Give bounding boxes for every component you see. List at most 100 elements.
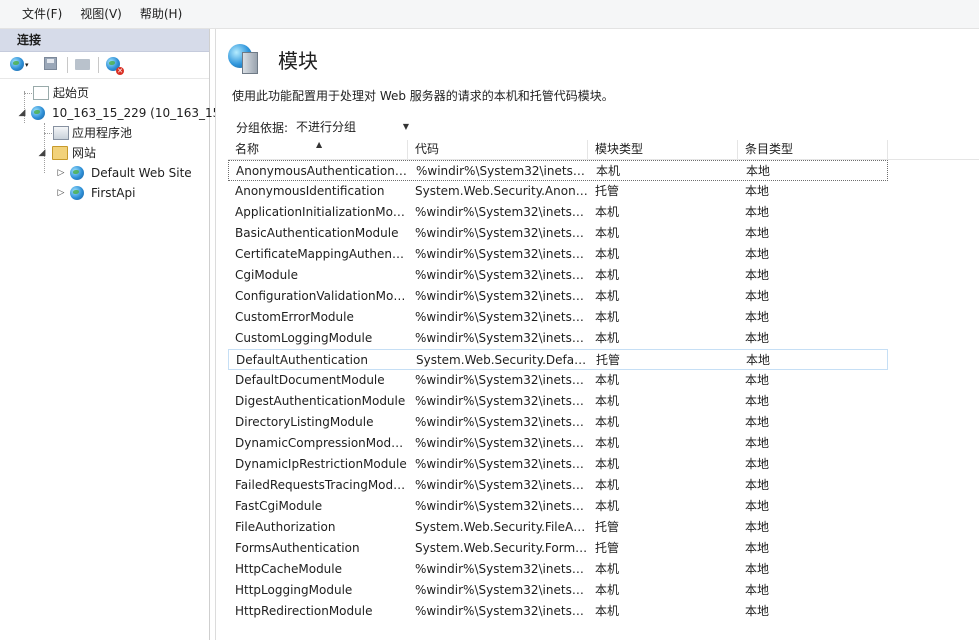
page-header: 模块 <box>228 39 318 79</box>
cell-code: %windir%\System32\inetsrv\authanon.dll <box>416 164 589 178</box>
menu-bar: 文件(F) 视图(V) 帮助(H) <box>0 0 979 29</box>
table-row[interactable]: DefaultDocumentModule %windir%\System32\i… <box>228 370 979 391</box>
grid-header: 名称 ▲ 代码 模块类型 条目类型 <box>228 140 979 160</box>
cell-code: %windir%\System32\inetsrv\warmup.dll <box>415 205 588 219</box>
cell-code: %windir%\System32\inetsrv\redirect.dll <box>415 604 588 618</box>
table-row[interactable]: DirectoryListingModule %windir%\System32\… <box>228 412 979 433</box>
group-by-label: 分组依据: <box>236 120 289 135</box>
table-row[interactable]: FastCgiModule %windir%\System32\inetsrv\i… <box>228 496 979 517</box>
cell-name: CertificateMappingAuthenticationModule <box>235 247 408 261</box>
cell-code: %windir%\System32\inetsrv\validcfg.dll <box>415 289 588 303</box>
cell-name: DefaultAuthentication <box>236 353 368 367</box>
tree-item-app-pools[interactable]: 应用程序池 <box>0 123 209 143</box>
expand-arrow-icon[interactable]: ▷ <box>56 183 66 203</box>
collapse-arrow-icon[interactable]: ◢ <box>37 143 47 163</box>
cell-code: %windir%\System32\inetsrv\cgi.dll <box>415 268 588 282</box>
connect-globe-icon[interactable]: ▾ <box>10 57 29 73</box>
disconnect-icon[interactable]: ✕ <box>106 57 124 75</box>
table-row[interactable]: AnonymousIdentification System.Web.Securi… <box>228 181 979 202</box>
cell-module-type: 本机 <box>595 289 620 303</box>
cell-entry-type: 本地 <box>745 436 770 450</box>
cell-name: DynamicCompressionModule <box>235 436 408 450</box>
table-row[interactable]: HttpLoggingModule %windir%\System32\inets… <box>228 580 979 601</box>
cell-code: %windir%\System32\inetsrv\authbas.dll <box>415 226 588 240</box>
table-row[interactable]: BasicAuthenticationModule %windir%\System… <box>228 223 979 244</box>
cell-code: %windir%\System32\inetsrv\diprestr.dll <box>415 457 588 471</box>
sort-ascending-icon: ▲ <box>316 140 323 149</box>
column-header-module-type[interactable]: 模块类型 <box>588 140 738 159</box>
page-description: 使用此功能配置用于处理对 Web 服务器的请求的本机和托管代码模块。 <box>232 89 614 103</box>
column-header-code[interactable]: 代码 <box>408 140 588 159</box>
tree-item-firstapi[interactable]: ▷ FirstApi <box>0 183 209 203</box>
cell-module-type: 本机 <box>595 331 620 345</box>
website-globe-icon <box>70 166 86 180</box>
cell-entry-type: 本地 <box>745 310 770 324</box>
tree-item-label: FirstApi <box>91 186 136 200</box>
cell-code: System.Web.Security.DefaultAuthenticatio… <box>416 353 589 367</box>
table-row[interactable]: DynamicIpRestrictionModule %windir%\Syste… <box>228 454 979 475</box>
cell-entry-type: 本地 <box>745 457 770 471</box>
up-folder-icon[interactable] <box>75 57 91 73</box>
tree-item-start-page[interactable]: 起始页 <box>0 83 209 103</box>
cell-module-type: 本机 <box>595 499 620 513</box>
table-row[interactable]: CertificateMappingAuthenticationModule %w… <box>228 244 979 265</box>
cell-module-type: 本机 <box>595 226 620 240</box>
table-row[interactable]: CgiModule %windir%\System32\inetsrv\cgi.d… <box>228 265 979 286</box>
sites-folder-icon <box>52 146 68 160</box>
tree-item-server[interactable]: ◢ 10_163_15_229 (10_163_15_ <box>0 103 226 123</box>
tree-item-default-web-site[interactable]: ▷ Default Web Site <box>0 163 209 183</box>
cell-module-type: 本机 <box>595 247 620 261</box>
table-row[interactable]: FileAuthorization System.Web.Security.Fil… <box>228 517 979 538</box>
cell-entry-type: 本地 <box>745 289 770 303</box>
cell-module-type: 本机 <box>595 604 620 618</box>
grid-body: AnonymousAuthenticationModule %windir%\Sy… <box>228 160 979 622</box>
collapse-arrow-icon[interactable]: ◢ <box>17 103 27 123</box>
table-row[interactable]: ConfigurationValidationModule %windir%\Sy… <box>228 286 979 307</box>
cell-name: CustomErrorModule <box>235 310 354 324</box>
dropdown-caret-icon: ▼ <box>402 122 410 131</box>
column-header-name[interactable]: 名称 ▲ <box>228 140 408 159</box>
modules-icon <box>228 42 262 76</box>
table-row[interactable]: FormsAuthentication System.Web.Security.F… <box>228 538 979 559</box>
cell-name: HttpCacheModule <box>235 562 343 576</box>
menu-help[interactable]: 帮助(H) <box>130 0 192 29</box>
modules-grid: 名称 ▲ 代码 模块类型 条目类型 AnonymousAuthentication… <box>228 140 979 622</box>
tree-item-label: Default Web Site <box>91 166 192 180</box>
connections-toolbar: ▾ ✕ <box>0 52 209 79</box>
cell-entry-type: 本地 <box>745 373 770 387</box>
cell-entry-type: 本地 <box>745 394 770 408</box>
tree-item-label: 起始页 <box>53 86 90 100</box>
expand-arrow-icon[interactable]: ▷ <box>56 163 66 183</box>
table-row[interactable]: HttpCacheModule %windir%\System32\inetsrv… <box>228 559 979 580</box>
cell-name: CgiModule <box>235 268 298 282</box>
cell-code: %windir%\System32\inetsrv\loghttp.dll <box>415 583 588 597</box>
table-row[interactable]: CustomLoggingModule %windir%\System32\ine… <box>228 328 979 349</box>
group-by-select[interactable]: 不进行分组 ▼ <box>296 118 411 136</box>
cell-name: BasicAuthenticationModule <box>235 226 399 240</box>
cell-code: %windir%\System32\inetsrv\authmd5.dll <box>415 394 588 408</box>
server-icon <box>31 106 47 120</box>
cell-entry-type: 本地 <box>745 478 770 492</box>
cell-entry-type: 本地 <box>746 164 771 178</box>
cell-module-type: 本机 <box>595 394 620 408</box>
connections-tree: 起始页 ◢ 10_163_15_229 (10_163_15_ 应用程序池 ◢ … <box>0 79 226 203</box>
cell-entry-type: 本地 <box>745 583 770 597</box>
menu-view[interactable]: 视图(V) <box>70 0 132 29</box>
column-header-entry-type[interactable]: 条目类型 <box>738 140 888 159</box>
cell-code: %windir%\System32\inetsrv\custerr.dll <box>415 310 588 324</box>
table-row[interactable]: CustomErrorModule %windir%\System32\inets… <box>228 307 979 328</box>
table-row[interactable]: HttpRedirectionModule %windir%\System32\i… <box>228 601 979 622</box>
table-row[interactable]: DefaultAuthentication System.Web.Security… <box>228 349 888 370</box>
menu-file[interactable]: 文件(F) <box>0 0 72 29</box>
cell-entry-type: 本地 <box>745 541 770 555</box>
tree-item-sites[interactable]: ◢ 网站 <box>0 143 209 163</box>
table-row[interactable]: DigestAuthenticationModule %windir%\Syste… <box>228 391 979 412</box>
toolbar-separator <box>67 57 68 73</box>
save-icon[interactable] <box>44 57 60 73</box>
table-row[interactable]: ApplicationInitializationModule %windir%\… <box>228 202 979 223</box>
table-row[interactable]: FailedRequestsTracingModule %windir%\Syst… <box>228 475 979 496</box>
cell-name: HttpLoggingModule <box>235 583 353 597</box>
table-row[interactable]: DynamicCompressionModule %windir%\System3… <box>228 433 979 454</box>
table-row[interactable]: AnonymousAuthenticationModule %windir%\Sy… <box>228 160 888 181</box>
cell-entry-type: 本地 <box>745 415 770 429</box>
